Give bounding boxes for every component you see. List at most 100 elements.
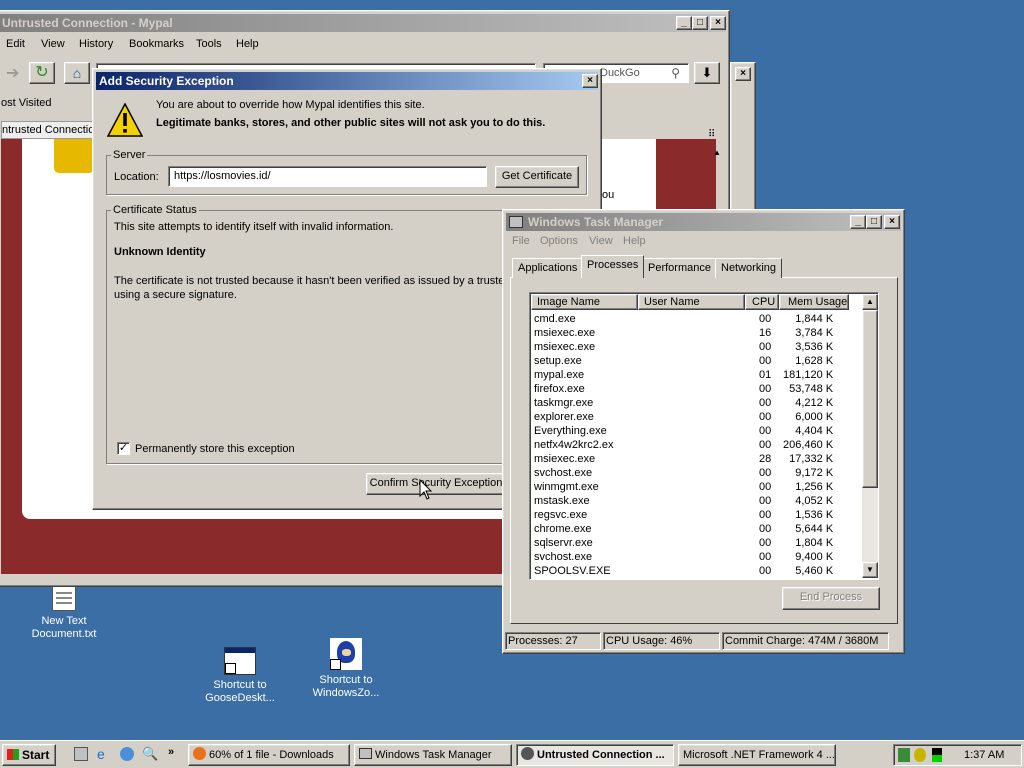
cpu-value: 00 [759, 397, 772, 409]
process-list-scrollbar[interactable]: ▲ ▼ [862, 294, 878, 578]
taskbar-item-task-manager[interactable]: Windows Task Manager [354, 744, 512, 766]
desktop-icon-windows-zone[interactable]: ↗ Shortcut to WindowsZo... [301, 638, 391, 700]
minimize-button[interactable]: _ [676, 16, 692, 30]
menu-help[interactable]: Help [236, 38, 259, 50]
maximize-button[interactable]: □ [866, 215, 882, 229]
internet-explorer-icon[interactable]: e [97, 746, 105, 762]
tab-processes[interactable]: Processes [581, 255, 645, 278]
download-button[interactable]: ⬇ [694, 62, 720, 84]
permanent-label[interactable]: Permanently store this exception [135, 443, 295, 455]
browser-titlebar: Untrusted Connection - Mypal [0, 14, 726, 32]
table-row[interactable]: msiexec.exe 00 3,536 K [530, 340, 863, 354]
process-list[interactable]: Image Name User Name CPU Mem Usage cmd.e… [529, 292, 879, 580]
close-button[interactable]: × [710, 16, 726, 30]
cpu-value: 00 [759, 313, 772, 325]
close-button[interactable]: × [582, 74, 598, 88]
table-row[interactable]: mypal.exe 01 181,120 K [530, 368, 863, 382]
chevron-icon[interactable]: » [168, 746, 174, 758]
warning-text-bold: Legitimate banks, stores, and other publ… [156, 117, 546, 129]
home-button[interactable]: ⌂ [64, 62, 90, 84]
table-row[interactable]: SPOOLSV.EXE 00 5,460 K [530, 564, 863, 578]
taskbar-item-label: 60% of 1 file - Downloads [209, 749, 334, 761]
end-process-button[interactable]: End Process [782, 587, 880, 610]
reload-button[interactable]: ↻ [29, 62, 55, 84]
user-name [638, 550, 745, 564]
browser-tab[interactable]: ntrusted Connection [1, 121, 93, 139]
volume-tray-icon[interactable] [914, 748, 926, 762]
column-header-user-name[interactable]: User Name [638, 294, 745, 310]
tab-applications[interactable]: Applications [512, 258, 584, 278]
permanent-checkbox[interactable]: ✓ [117, 442, 130, 455]
cpu-value: 00 [759, 565, 772, 577]
table-row[interactable]: taskmgr.exe 00 4,212 K [530, 396, 863, 410]
menu-help[interactable]: Help [623, 235, 646, 247]
table-row[interactable]: explorer.exe 00 6,000 K [530, 410, 863, 424]
menu-bookmarks[interactable]: Bookmarks [129, 38, 184, 50]
forward-icon[interactable]: ➔ [6, 63, 19, 83]
close-button[interactable]: × [735, 67, 751, 81]
column-header-cpu[interactable]: CPU [745, 294, 779, 310]
get-certificate-button[interactable]: Get Certificate [495, 166, 579, 188]
table-row[interactable]: chrome.exe 00 5,644 K [530, 522, 863, 536]
process-name: winmgmt.exe [534, 481, 599, 493]
browser-title: Untrusted Connection - Mypal [2, 16, 173, 30]
cpu-value: 00 [759, 467, 772, 479]
table-row[interactable]: Everything.exe 00 4,404 K [530, 424, 863, 438]
bookmark-most-visited[interactable]: ost Visited [1, 97, 52, 109]
taskbar-item-label: Windows Task Manager [375, 749, 492, 761]
table-row[interactable]: mstask.exe 00 4,052 K [530, 494, 863, 508]
taskbar-item-label: Untrusted Connection ... [537, 749, 665, 761]
mem-usage: 1,804 K [795, 537, 834, 549]
scroll-down-button[interactable]: ▼ [862, 562, 878, 578]
firefox-icon [193, 747, 206, 760]
table-row[interactable]: netfx4w2krc2.ex 00 206,460 K [530, 438, 863, 452]
search-icon[interactable]: 🔍 [142, 746, 158, 762]
desktop-icon-new-text-document[interactable]: New Text Document.txt [19, 585, 109, 641]
scroll-thumb[interactable] [862, 310, 878, 488]
tab-performance[interactable]: Performance [642, 258, 717, 278]
table-row[interactable]: regsvc.exe 00 1,536 K [530, 508, 863, 522]
outlook-express-icon[interactable] [120, 747, 134, 761]
minimize-button[interactable]: _ [850, 215, 866, 229]
user-name [638, 508, 745, 522]
desktop-icon-label: New Text [41, 615, 87, 627]
table-row[interactable]: svchost.exe 00 9,172 K [530, 466, 863, 480]
desktop-icon-goose-desktop[interactable]: ↗ Shortcut to GooseDeskt... [195, 647, 285, 705]
taskbar-item-dotnet[interactable]: Microsoft .NET Framework 4 ... [678, 744, 836, 766]
location-input[interactable]: https://losmovies.id/ [168, 166, 487, 187]
table-row[interactable]: firefox.exe 00 53,748 K [530, 382, 863, 396]
maximize-button[interactable]: □ [692, 16, 708, 30]
show-desktop-icon[interactable] [74, 747, 88, 761]
menu-view[interactable]: View [41, 38, 65, 50]
menu-view[interactable]: View [589, 235, 613, 247]
table-row[interactable]: winmgmt.exe 00 1,256 K [530, 480, 863, 494]
table-row[interactable]: msiexec.exe 28 17,332 K [530, 452, 863, 466]
user-name [638, 312, 745, 326]
scrollbar-up-arrow[interactable]: ▲ [710, 148, 724, 162]
menu-file[interactable]: File [512, 235, 530, 247]
menu-options[interactable]: Options [540, 235, 578, 247]
taskbar-item-untrusted-connection[interactable]: Untrusted Connection ... [516, 744, 674, 766]
tab-networking[interactable]: Networking [715, 258, 783, 278]
menu-edit[interactable]: Edit [6, 38, 25, 50]
table-row[interactable]: msiexec.exe 16 3,784 K [530, 326, 863, 340]
table-row[interactable]: svchost.exe 00 9,400 K [530, 550, 863, 564]
cpu-meter-tray-icon[interactable] [932, 748, 942, 762]
close-button[interactable]: × [884, 215, 900, 229]
table-row[interactable]: sqlservr.exe 00 1,804 K [530, 536, 863, 550]
desktop-icon-label: Document.txt [31, 628, 97, 640]
scroll-up-button[interactable]: ▲ [862, 294, 878, 310]
dialog-title: Add Security Exception [99, 74, 234, 88]
network-tray-icon[interactable] [898, 748, 910, 762]
menu-history[interactable]: History [79, 38, 113, 50]
confirm-security-exception-button[interactable]: Confirm Security Exception [366, 473, 506, 495]
mem-usage: 3,784 K [795, 327, 834, 339]
column-header-image-name[interactable]: Image Name [531, 294, 638, 310]
column-header-mem-usage[interactable]: Mem Usage [779, 294, 849, 310]
start-button[interactable]: Start [2, 744, 56, 766]
menu-tools[interactable]: Tools [196, 38, 222, 50]
table-row[interactable]: setup.exe 00 1,628 K [530, 354, 863, 368]
process-name: msiexec.exe [534, 453, 596, 465]
table-row[interactable]: cmd.exe 00 1,844 K [530, 312, 863, 326]
taskbar-item-downloads[interactable]: 60% of 1 file - Downloads [188, 744, 350, 766]
